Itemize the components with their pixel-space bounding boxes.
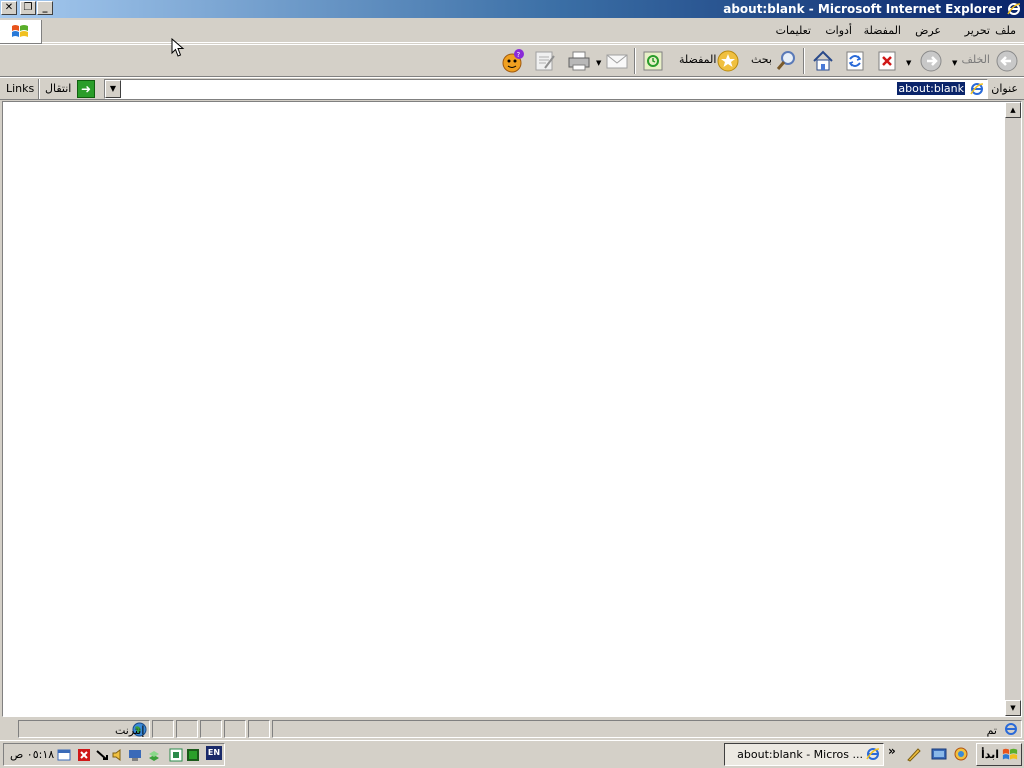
start-button[interactable]: ابدأ — [976, 743, 1022, 766]
address-input[interactable]: ▼ about:blank — [104, 79, 988, 99]
tray-display-icon[interactable] — [128, 748, 142, 762]
status-pane — [152, 720, 174, 738]
history-icon[interactable] — [642, 48, 664, 74]
go-label[interactable]: انتقال — [45, 82, 71, 95]
status-pane — [248, 720, 270, 738]
menu-favorites[interactable]: المفضلة — [864, 24, 901, 37]
mail-icon[interactable] — [605, 48, 629, 74]
tray-excel-icon[interactable] — [169, 748, 183, 762]
stop-icon[interactable] — [876, 48, 898, 74]
vertical-scrollbar[interactable]: ▲ ▼ — [1005, 102, 1021, 716]
menu-bar: ملف تحرير عرض المفضلة أدوات تعليمات — [0, 19, 1024, 43]
restore-button[interactable]: ❐ — [20, 1, 36, 15]
show-desktop-icon[interactable] — [931, 746, 947, 762]
minimize-button[interactable]: _ — [37, 1, 53, 15]
browser-quicklaunch-icon[interactable] — [953, 746, 969, 762]
links-separator — [38, 79, 40, 99]
go-arrow-icon[interactable]: ➜ — [77, 80, 95, 98]
toolbar-separator — [634, 48, 636, 74]
address-bar: عنوان ▼ about:blank ➜ انتقال Links — [0, 77, 1024, 100]
address-label: عنوان — [991, 82, 1018, 95]
messenger-icon[interactable]: ? — [500, 48, 526, 74]
windows-flag-icon — [12, 25, 28, 37]
close-button[interactable]: ✕ — [1, 1, 17, 15]
menu-help[interactable]: تعليمات — [776, 24, 811, 37]
system-tray: ٠٥:١٨ ص — [3, 743, 225, 766]
start-label[interactable]: ابدأ — [981, 748, 999, 761]
print-icon[interactable] — [566, 48, 592, 74]
clock[interactable]: ٠٥:١٨ ص — [10, 748, 54, 761]
windows-logo — [0, 20, 42, 44]
task-ie-icon — [866, 748, 880, 760]
taskbar: ابدأ » about:blank - Micros ... EN ٠٥:١٨… — [0, 740, 1024, 768]
status-pane — [176, 720, 198, 738]
back-label[interactable]: الخلف — [961, 53, 990, 66]
tray-window-icon[interactable] — [57, 748, 71, 762]
pencil-quicklaunch-icon[interactable] — [906, 746, 922, 762]
status-pane — [200, 720, 222, 738]
task-button-ie[interactable]: about:blank - Micros ... — [724, 743, 884, 766]
ie-icon — [1007, 3, 1021, 15]
mail-dropdown-icon[interactable]: ▼ — [596, 59, 601, 67]
tray-volume-icon[interactable] — [111, 748, 125, 762]
title-bar[interactable]: ✕ ❐ _ about:blank - Microsoft Internet E… — [0, 0, 1024, 18]
scroll-up-icon[interactable]: ▲ — [1005, 102, 1021, 118]
edit-icon[interactable] — [533, 48, 557, 74]
search-label[interactable]: بحث — [751, 53, 772, 66]
menu-view[interactable]: عرض — [915, 24, 941, 37]
tray-green-icon[interactable] — [186, 748, 200, 762]
standard-toolbar: الخلف ▼ ▼ بحث المفضلة ▼ ? — [0, 44, 1024, 77]
status-pane-main: تم — [272, 720, 1022, 738]
page-done-icon — [1005, 723, 1017, 735]
ie-page-icon — [970, 83, 984, 95]
window-title: about:blank - Microsoft Internet Explore… — [723, 2, 1002, 16]
menu-edit[interactable]: تحرير — [965, 24, 990, 37]
home-icon[interactable] — [811, 48, 835, 74]
task-label[interactable]: about:blank - Micros ... — [737, 748, 863, 761]
tray-antivirus-icon[interactable] — [77, 748, 91, 762]
zone-text: إنترنت — [115, 724, 145, 737]
status-text: تم — [986, 724, 997, 737]
back-dropdown-icon[interactable]: ▼ — [952, 59, 957, 67]
toolbar-separator — [803, 48, 805, 74]
scroll-down-icon[interactable]: ▼ — [1005, 700, 1021, 716]
tray-network-icon[interactable] — [95, 748, 109, 762]
menu-tools[interactable]: أدوات — [825, 24, 852, 37]
tray-stack-icon[interactable] — [147, 748, 161, 762]
svg-text:?: ? — [517, 51, 521, 59]
mouse-cursor-icon — [171, 38, 185, 57]
status-pane — [224, 720, 246, 738]
menu-file[interactable]: ملف — [995, 24, 1016, 37]
back-arrow-icon[interactable] — [995, 48, 1019, 74]
favorites-label[interactable]: المفضلة — [679, 53, 716, 66]
ie-window: ✕ ❐ _ about:blank - Microsoft Internet E… — [0, 0, 1024, 740]
forward-dropdown-icon[interactable]: ▼ — [906, 59, 911, 67]
address-value[interactable]: about:blank — [897, 82, 965, 95]
zone-pane: إنترنت — [18, 720, 150, 738]
status-bar: تم إنترنت — [0, 718, 1024, 740]
address-dropdown-button[interactable]: ▼ — [105, 80, 121, 98]
search-icon[interactable] — [774, 48, 798, 74]
start-flag-icon — [1002, 748, 1018, 760]
refresh-icon[interactable] — [844, 48, 866, 74]
links-button[interactable]: Links — [6, 82, 34, 95]
page-content[interactable]: ▲ ▼ — [2, 101, 1022, 717]
favorites-star-icon[interactable] — [716, 48, 740, 74]
forward-arrow-icon[interactable] — [919, 48, 943, 74]
quicklaunch-chevron-icon[interactable]: » — [888, 744, 896, 758]
